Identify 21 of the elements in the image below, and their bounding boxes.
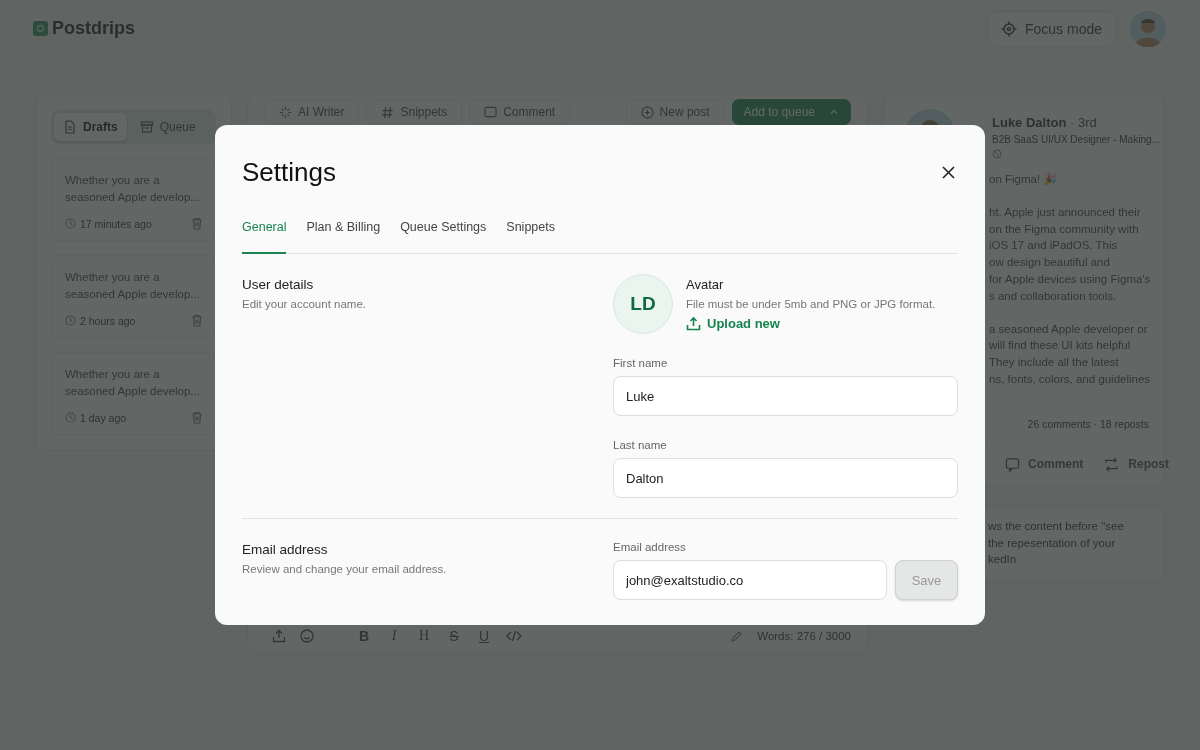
email-field[interactable]: john@exaltstudio.co	[613, 560, 887, 600]
settings-tab[interactable]: Plan & Billing	[306, 220, 381, 254]
settings-tab[interactable]: General	[242, 220, 287, 254]
avatar-label: Avatar	[686, 277, 725, 292]
first-name-field[interactable]: Luke	[613, 376, 958, 416]
settings-tab[interactable]: Queue Settings	[400, 220, 487, 254]
field-label: Email address	[613, 541, 687, 553]
section-title: User details	[242, 277, 315, 292]
dialog-title: Settings	[242, 157, 336, 188]
last-name-field[interactable]: Dalton	[613, 458, 958, 498]
section-description: Edit your account name.	[242, 298, 367, 310]
field-label: Last name	[613, 439, 668, 451]
upload-icon	[686, 316, 701, 331]
close-icon[interactable]	[942, 166, 955, 179]
settings-tab[interactable]: Snippets	[506, 220, 555, 254]
avatar-hint: File must be under 5mb and PNG or JPG format.	[686, 298, 936, 310]
field-label: First name	[613, 357, 669, 369]
upload-link[interactable]: Upload new	[686, 316, 780, 331]
section-description: Review and change your email address.	[242, 563, 448, 575]
section-title: Email address	[242, 542, 329, 557]
avatar-initials: LD	[613, 274, 673, 334]
